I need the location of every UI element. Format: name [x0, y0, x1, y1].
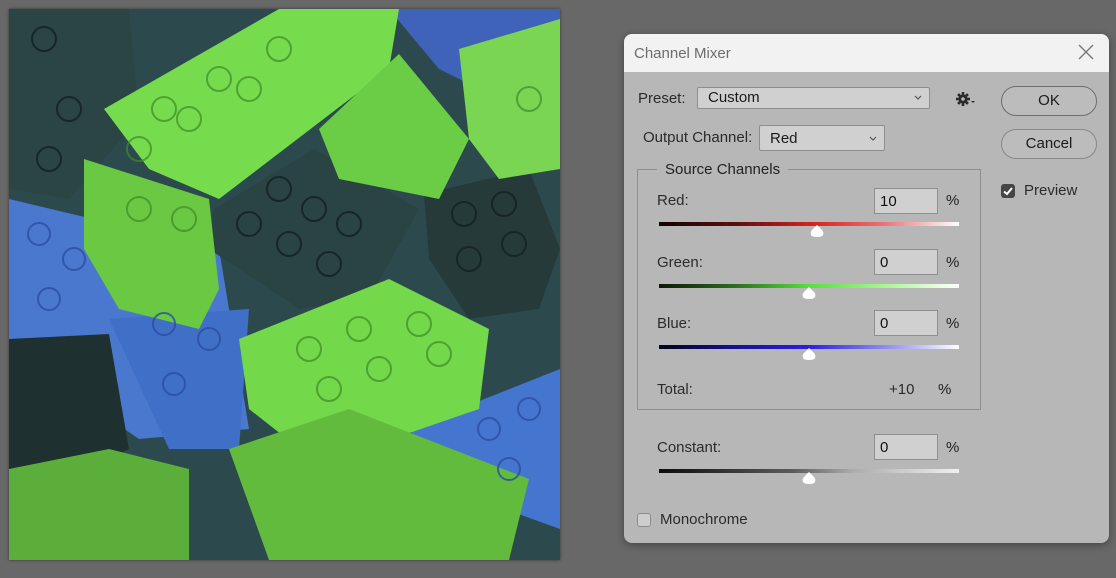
total-label: Total: [657, 381, 693, 398]
cancel-button[interactable]: Cancel [1001, 129, 1097, 159]
constant-label: Constant: [657, 439, 722, 456]
red-label: Red: [657, 192, 689, 209]
green-percent-unit: % [946, 254, 960, 271]
ok-button[interactable]: OK [1001, 86, 1097, 116]
blue-slider-thumb[interactable] [802, 348, 816, 360]
constant-slider[interactable] [659, 469, 959, 484]
preview-checkbox[interactable] [1001, 184, 1015, 198]
bricks-image [9, 9, 560, 560]
gear-icon[interactable] [956, 91, 976, 107]
source-channels-legend: Source Channels [657, 161, 789, 178]
checkmark-icon [1003, 187, 1013, 196]
green-input[interactable]: 0 [874, 249, 938, 275]
output-channel-value: Red [770, 130, 798, 147]
preset-value: Custom [708, 89, 760, 106]
preview-label: Preview [1024, 182, 1078, 199]
total-percent-unit: % [938, 381, 952, 398]
close-icon[interactable] [1077, 43, 1095, 61]
blue-percent-unit: % [946, 315, 960, 332]
red-slider-thumb[interactable] [810, 225, 824, 237]
preset-label: Preset: [638, 90, 686, 107]
monochrome-checkbox[interactable] [637, 513, 651, 527]
blue-label: Blue: [657, 315, 692, 332]
red-input[interactable]: 10 [874, 188, 938, 214]
green-slider-thumb[interactable] [802, 287, 816, 299]
blue-input[interactable]: 0 [874, 310, 938, 336]
red-percent-unit: % [946, 192, 960, 209]
green-slider[interactable] [659, 284, 959, 299]
total-value: +10 [889, 381, 915, 398]
image-canvas [9, 9, 560, 560]
constant-input[interactable]: 0 [874, 434, 938, 460]
monochrome-label: Monochrome [660, 511, 748, 528]
dialog-title: Channel Mixer [634, 45, 731, 62]
blue-slider[interactable] [659, 345, 959, 360]
preset-select[interactable]: Custom [697, 87, 930, 109]
dialog-titlebar[interactable]: Channel Mixer [624, 34, 1109, 72]
green-label: Green: [657, 254, 703, 271]
output-channel-select[interactable]: Red [759, 125, 885, 151]
constant-percent-unit: % [946, 439, 960, 456]
chevron-down-icon [869, 136, 877, 141]
chevron-down-icon [914, 95, 922, 100]
output-channel-label: Output Channel: [643, 129, 753, 146]
constant-slider-thumb[interactable] [802, 472, 816, 484]
red-slider[interactable] [659, 222, 959, 237]
